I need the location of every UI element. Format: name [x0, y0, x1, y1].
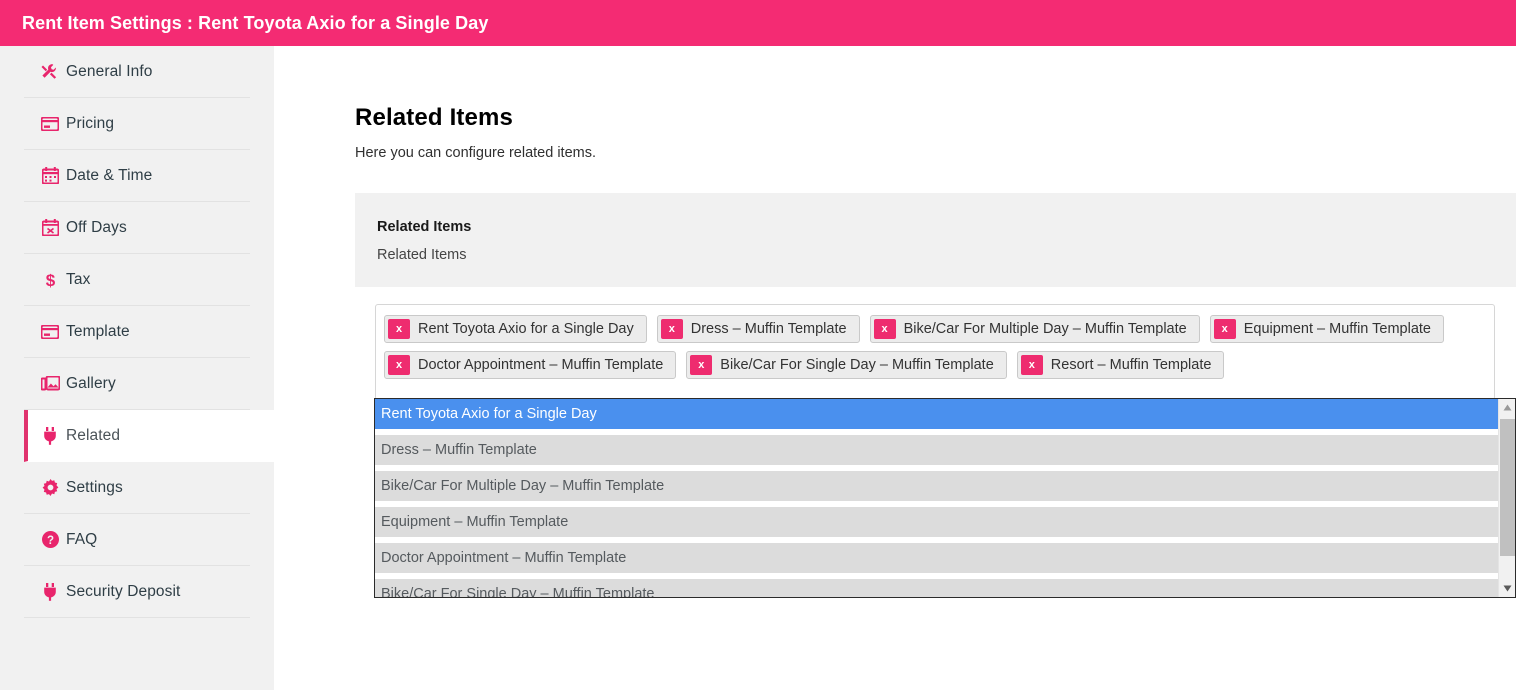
sidebar-item-label: Template: [66, 322, 130, 340]
sidebar-item-label: Date & Time: [66, 166, 153, 184]
tag-label: Doctor Appointment – Muffin Template: [418, 357, 664, 373]
remove-tag-icon[interactable]: x: [388, 355, 410, 375]
sidebar-item-label: FAQ: [66, 530, 98, 548]
sidebar-item-off-days[interactable]: Off Days: [24, 202, 250, 254]
scrollbar-thumb[interactable]: [1500, 419, 1515, 556]
selected-tag[interactable]: x Bike/Car For Single Day – Muffin Templa…: [686, 351, 1007, 379]
tag-label: Bike/Car For Multiple Day – Muffin Templ…: [903, 321, 1187, 337]
question-circle-icon: ?: [40, 530, 60, 550]
remove-tag-icon[interactable]: x: [873, 319, 896, 339]
main-content: Related Items Here you can configure rel…: [274, 46, 1516, 690]
selected-tag[interactable]: x Dress – Muffin Template: [656, 315, 860, 343]
dropdown-option-label: Equipment – Muffin Template: [381, 514, 569, 530]
remove-tag-icon[interactable]: x: [388, 319, 410, 339]
selected-tag[interactable]: x Resort – Muffin Template: [1016, 351, 1225, 379]
credit-card-icon: [40, 322, 60, 342]
remove-tag-icon[interactable]: x: [1213, 319, 1236, 339]
dropdown-option-label: Doctor Appointment – Muffin Template: [381, 550, 627, 566]
dropdown-option[interactable]: Bike/Car For Single Day – Muffin Templat…: [375, 579, 1499, 597]
dropdown-option[interactable]: Rent Toyota Axio for a Single Day: [375, 399, 1499, 429]
panel-subtitle: Related Items: [377, 247, 467, 263]
sidebar-item-tax[interactable]: $ Tax: [24, 254, 250, 306]
sidebar-item-general-info[interactable]: General Info: [24, 46, 250, 98]
image-icon: [40, 374, 60, 394]
sidebar-item-label: Off Days: [66, 218, 127, 236]
dropdown-option-label: Bike/Car For Single Day – Muffin Templat…: [381, 586, 655, 597]
panel-title: Related Items: [377, 219, 472, 235]
related-items-multiselect[interactable]: Rent Toyota Axio for a Single Day Dress –…: [374, 398, 1516, 598]
sidebar-item-date-time[interactable]: Date & Time: [24, 150, 250, 202]
gear-icon: [40, 478, 60, 498]
sidebar-item-label: Related: [66, 426, 121, 444]
dollar-icon: $: [40, 270, 60, 290]
sidebar-item-related[interactable]: Related: [24, 410, 274, 462]
sidebar-item-label: Gallery: [66, 374, 116, 392]
dropdown-option-list[interactable]: Rent Toyota Axio for a Single Day Dress –…: [375, 399, 1499, 597]
tag-label: Dress – Muffin Template: [690, 321, 847, 337]
dropdown-option-label: Bike/Car For Multiple Day – Muffin Templ…: [381, 478, 665, 494]
selected-tag[interactable]: x Equipment – Muffin Template: [1209, 315, 1444, 343]
remove-tag-icon[interactable]: x: [1020, 355, 1043, 375]
related-items-panel-header: Related Items Related Items: [355, 193, 1516, 287]
tag-label: Equipment – Muffin Template: [1243, 321, 1431, 337]
scroll-up-arrow-icon[interactable]: [1499, 399, 1515, 416]
sidebar: General Info Pricing Date & Time Off Days $ T…: [0, 46, 274, 690]
plug-icon: [40, 426, 60, 446]
sidebar-item-label: General Info: [66, 62, 153, 80]
sidebar-item-label: Security Deposit: [66, 582, 181, 600]
selected-tag[interactable]: x Bike/Car For Multiple Day – Muffin Temp…: [869, 315, 1200, 343]
remove-tag-icon[interactable]: x: [660, 319, 683, 339]
dropdown-option[interactable]: Bike/Car For Multiple Day – Muffin Templ…: [375, 471, 1499, 501]
tools-icon: [40, 62, 60, 82]
sidebar-item-pricing[interactable]: Pricing: [24, 98, 250, 150]
calendar-icon: [40, 166, 60, 186]
sidebar-item-label: Tax: [66, 270, 91, 288]
page-title: Related Items: [355, 104, 514, 131]
remove-tag-icon[interactable]: x: [690, 355, 713, 375]
calendar-x-icon: [40, 218, 60, 238]
sidebar-item-security-deposit[interactable]: Security Deposit: [24, 566, 250, 618]
page-subtitle: Here you can configure related items.: [355, 145, 596, 161]
dropdown-option[interactable]: Equipment – Muffin Template: [375, 507, 1499, 537]
dropdown-scrollbar[interactable]: [1498, 399, 1515, 597]
app-header: Rent Item Settings : Rent Toyota Axio fo…: [0, 0, 1516, 46]
selected-tag[interactable]: x Doctor Appointment – Muffin Template: [384, 351, 677, 379]
scroll-down-arrow-icon[interactable]: [1499, 580, 1515, 597]
tag-label: Bike/Car For Single Day – Muffin Templat…: [720, 357, 994, 373]
tag-label: Resort – Muffin Template: [1050, 357, 1212, 373]
page-header-title: Rent Item Settings : Rent Toyota Axio fo…: [22, 12, 489, 33]
tag-label: Rent Toyota Axio for a Single Day: [418, 321, 634, 337]
sidebar-item-label: Pricing: [66, 114, 115, 132]
sidebar-item-settings[interactable]: Settings: [24, 462, 250, 514]
sidebar-item-label: Settings: [66, 478, 123, 496]
credit-card-icon: [40, 114, 60, 134]
sidebar-item-gallery[interactable]: Gallery: [24, 358, 250, 410]
sidebar-item-template[interactable]: Template: [24, 306, 250, 358]
selected-tags-container[interactable]: x Rent Toyota Axio for a Single Day x Dress…: [375, 304, 1495, 400]
svg-text:$: $: [45, 271, 55, 289]
svg-text:?: ?: [46, 535, 53, 547]
sidebar-item-faq[interactable]: ? FAQ: [24, 514, 250, 566]
dropdown-option-label: Dress – Muffin Template: [381, 442, 537, 458]
dropdown-option[interactable]: Doctor Appointment – Muffin Template: [375, 543, 1499, 573]
dropdown-option-label: Rent Toyota Axio for a Single Day: [381, 406, 597, 422]
selected-tag[interactable]: x Rent Toyota Axio for a Single Day: [384, 315, 647, 343]
dropdown-option[interactable]: Dress – Muffin Template: [375, 435, 1499, 465]
plug-icon: [40, 582, 60, 602]
